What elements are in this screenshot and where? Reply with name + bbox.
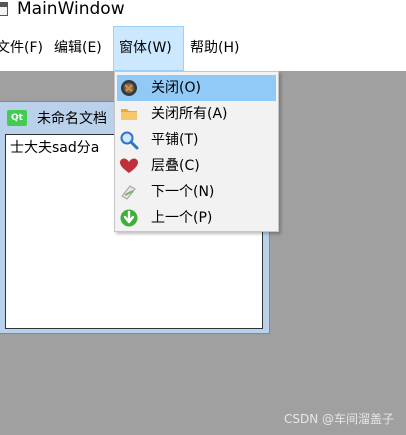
menu-item-close-all[interactable]: 关闭所有(A) <box>117 101 276 127</box>
menu-item-label: 下一个(N) <box>151 184 215 200</box>
qt-logo-icon: Qt <box>7 110 27 126</box>
editor-content: 士大夫sad分a <box>10 140 100 156</box>
title-bar: MainWindow <box>0 0 406 24</box>
menu-edit[interactable]: 编辑(E) <box>54 26 108 71</box>
magnifier-icon <box>120 131 139 150</box>
menu-help[interactable]: 帮助(H) <box>190 26 250 71</box>
menu-item-next[interactable]: 下一个(N) <box>117 179 276 205</box>
green-arrow-down-icon <box>120 209 138 227</box>
menu-item-tile[interactable]: 平铺(T) <box>117 127 276 153</box>
menu-bar: 文件(F) 编辑(E) 窗体(W) 帮助(H) <box>0 26 406 71</box>
menu-window[interactable]: 窗体(W) <box>113 26 184 71</box>
menu-item-cascade[interactable]: 层叠(C) <box>117 153 276 179</box>
close-sphere-icon <box>121 80 137 96</box>
menu-item-close[interactable]: 关闭(O) <box>117 75 276 101</box>
paper-arrow-icon <box>121 185 136 200</box>
menu-item-label: 平铺(T) <box>151 132 199 148</box>
menu-item-label: 关闭所有(A) <box>151 106 228 122</box>
menu-item-label: 上一个(P) <box>151 210 213 226</box>
window-title: MainWindow <box>17 0 125 19</box>
menu-file[interactable]: 文件(F) <box>0 26 44 71</box>
heart-icon <box>120 158 138 173</box>
window-app-icon <box>0 2 8 16</box>
menu-item-label: 层叠(C) <box>151 158 200 174</box>
menu-item-label: 关闭(O) <box>151 80 201 96</box>
subwindow-title: 未命名文档 <box>37 111 107 127</box>
window-menu-dropdown: 关闭(O) 关闭所有(A) 平铺(T) 层叠(C) 下一个(N) 上一个(P) <box>114 71 279 232</box>
menu-item-previous[interactable]: 上一个(P) <box>117 205 276 231</box>
folder-icon <box>121 109 137 120</box>
watermark: CSDN @车间溜盖子 <box>284 412 395 426</box>
